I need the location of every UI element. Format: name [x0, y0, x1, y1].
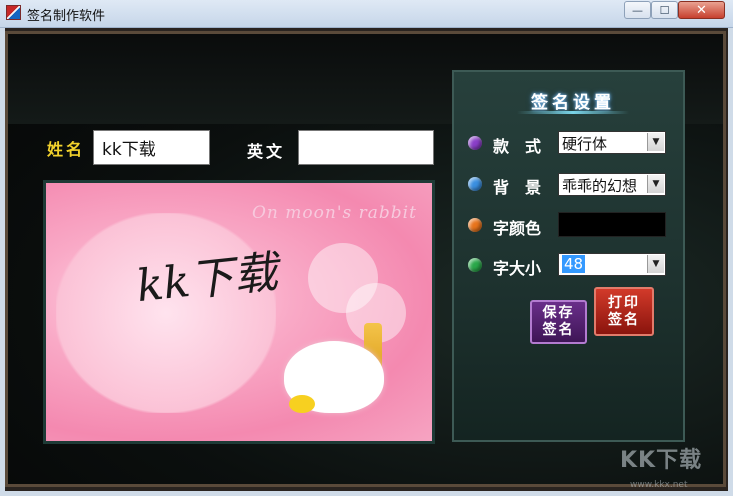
save-signature-button[interactable]: 保存 签名 [530, 300, 587, 344]
background-label: 背 景 [493, 178, 542, 197]
english-label: 英文 [247, 142, 286, 161]
panel-title-underline [517, 111, 629, 114]
minimize-button[interactable]: — [624, 1, 651, 19]
chevron-down-icon[interactable]: ▼ [647, 133, 664, 151]
blue-dot-icon [468, 177, 482, 191]
chevron-down-icon[interactable]: ▼ [647, 255, 664, 273]
print-signature-label: 打印 签名 [608, 294, 640, 328]
signature-preview: On moon's rabbit kk下载 [43, 180, 435, 444]
save-signature-label: 保存 签名 [542, 305, 575, 338]
name-label: 姓名 [47, 140, 86, 159]
chick-graphic [289, 395, 315, 413]
background-select-value: 乖乖的幻想 [562, 177, 638, 195]
background-heading: On moon's rabbit [252, 203, 417, 223]
panel-title: 签名设置 [531, 93, 615, 113]
window-title: 签名制作软件 [27, 9, 106, 24]
watermark-url: www.kkx.net [630, 480, 688, 490]
font-size-label: 字大小 [493, 259, 542, 278]
orange-dot-icon [468, 218, 482, 232]
print-signature-button[interactable]: 打印 签名 [594, 287, 654, 336]
maximize-button[interactable]: ☐ [651, 1, 678, 19]
style-select[interactable]: 硬行体 ▼ [558, 131, 666, 154]
title-bar: 签名制作软件 — ☐ ✕ [0, 0, 733, 28]
style-label: 款 式 [493, 137, 542, 156]
background-select[interactable]: 乖乖的幻想 ▼ [558, 173, 666, 196]
app-icon [6, 5, 21, 20]
green-dot-icon [468, 258, 482, 272]
name-input[interactable]: kk下载 [93, 130, 210, 165]
font-size-select-value: 48 [562, 255, 586, 273]
watermark-logo: KK下载 [620, 448, 703, 473]
font-color-swatch[interactable] [558, 212, 666, 237]
english-input[interactable] [298, 130, 434, 165]
font-size-select[interactable]: 48 ▼ [558, 253, 666, 276]
purple-dot-icon [468, 136, 482, 150]
chevron-down-icon[interactable]: ▼ [647, 175, 664, 193]
font-color-label: 字颜色 [493, 219, 542, 238]
style-select-value: 硬行体 [562, 135, 608, 153]
close-button[interactable]: ✕ [678, 1, 725, 19]
